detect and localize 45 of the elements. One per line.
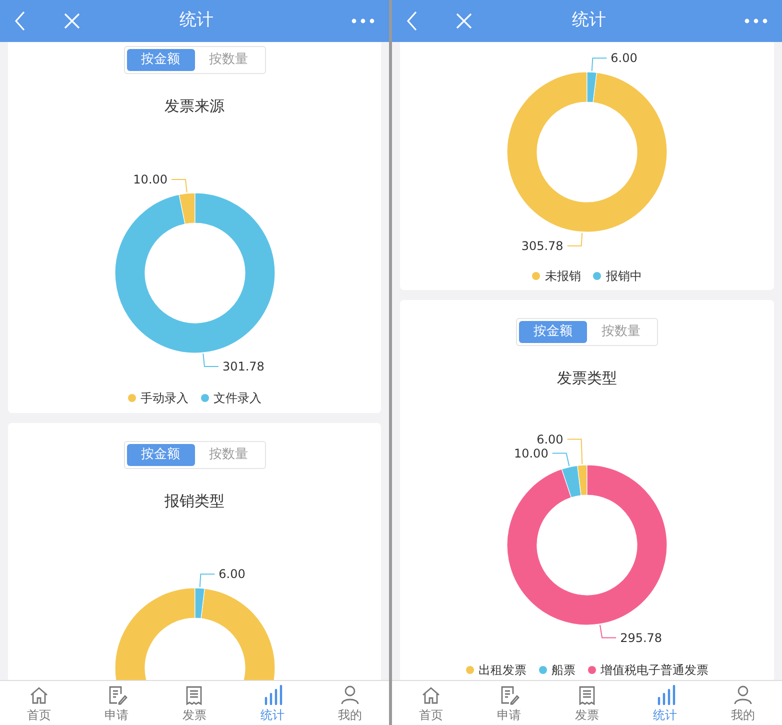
toggle-option[interactable]: 按金额 <box>126 49 194 71</box>
person-icon <box>732 684 754 706</box>
tab-bar-item[interactable]: 统计 <box>626 681 704 725</box>
page-title: 统计 <box>178 9 214 32</box>
tab-bar-item[interactable]: 发票 <box>156 681 234 725</box>
leader-line <box>198 574 215 588</box>
legend-label: 船票 <box>552 662 576 679</box>
leader-line <box>591 58 608 72</box>
tab-bar-item[interactable]: 首页 <box>392 681 470 725</box>
tab-bar-item[interactable]: 申请 <box>78 681 156 725</box>
tab-bar-item[interactable]: 我的 <box>704 681 782 725</box>
legend-label: 报销中 <box>606 268 642 285</box>
tab-bar-item[interactable]: 首页 <box>0 681 78 725</box>
tab-bar-item[interactable]: 我的 <box>311 681 389 725</box>
toggle-option[interactable]: 按金额 <box>126 444 194 466</box>
page-title: 统计 <box>571 9 607 32</box>
data-label: 10.00 <box>514 446 548 460</box>
data-label: 10.00 <box>132 172 168 186</box>
legend-label: 出租发票 <box>478 662 526 679</box>
more-icon[interactable] <box>351 18 375 24</box>
chart-title: 发票类型 <box>557 368 617 388</box>
leader-line <box>566 232 583 246</box>
tab-bar-item[interactable]: 发票 <box>548 681 626 725</box>
chart-title: 发票来源 <box>164 96 224 116</box>
person-icon <box>339 684 362 706</box>
leader-line <box>600 624 617 638</box>
chart-title: 报销类型 <box>164 491 224 511</box>
tab-bar-item[interactable]: 申请 <box>470 681 548 725</box>
toggle-option[interactable]: 按金额 <box>519 321 587 343</box>
legend-label: 增值税电子普通发票 <box>600 662 708 679</box>
legend-label: 未报销 <box>545 268 581 285</box>
back-icon[interactable] <box>406 11 418 31</box>
tab-bar-item[interactable]: 统计 <box>233 681 312 725</box>
legend-label: 手动录入 <box>140 390 188 407</box>
more-icon[interactable] <box>744 18 768 24</box>
leader-line <box>170 178 187 193</box>
data-label: 295.78 <box>620 630 662 645</box>
data-label: 6.00 <box>536 432 564 446</box>
back-icon[interactable] <box>14 11 26 31</box>
data-label: 6.00 <box>218 567 245 582</box>
data-label: 305.78 <box>521 238 564 253</box>
data-label: 301.78 <box>222 360 264 374</box>
leader-line <box>202 353 218 368</box>
legend-label: 文件录入 <box>214 390 262 407</box>
data-label: 6.00 <box>610 51 638 66</box>
